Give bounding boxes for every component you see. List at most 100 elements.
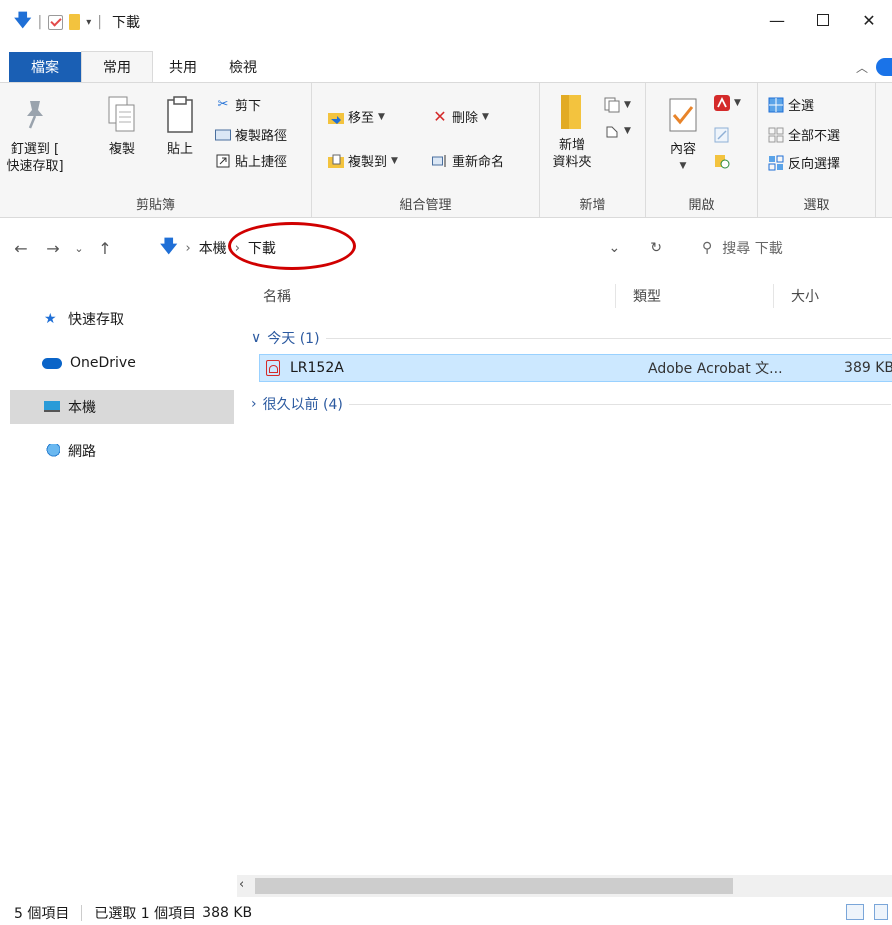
acrobat-icon [714,95,730,111]
breadcrumb-chevron-icon: › [185,240,191,256]
large-icons-view-icon[interactable] [874,904,888,920]
divider [81,904,83,921]
quick-access-down-arrow-icon[interactable]: 🡇 [14,8,31,37]
pin-quick-access-button[interactable]: 釘選到 [ 快速存取] [0,95,70,175]
tab-share[interactable]: 共用 [153,52,213,82]
delete-button[interactable]: ✕ 刪除 ▼ [432,107,489,126]
paste-shortcut-label: 貼上捷徑 [235,155,288,170]
tab-file[interactable]: 檔案 [9,52,81,82]
chevron-right-icon: › [251,396,257,412]
navigation-pane: ★ 快速存取 OneDrive 本機 網路 [0,270,236,875]
column-header-type[interactable]: 類型 [633,286,661,306]
copy-path-button[interactable]: 複製路徑 [215,125,287,144]
table-row[interactable]: LR152A Adobe Acrobat 文... 389 KB [259,354,892,382]
copy-button[interactable]: 複製 [100,95,144,158]
divider: | [97,14,102,30]
address-bar[interactable]: 🡇 › 本機 › 下載 ⌄ ↻ [160,233,670,263]
tab-view[interactable]: 檢視 [213,52,273,82]
copy-to-button[interactable]: 複製到 ▼ [328,151,398,170]
paste-shortcut-icon [215,153,231,169]
breadcrumb-downloads[interactable]: 下載 [248,238,276,258]
organize-group: 移至 ▼ 複製到 ▼ ✕ 刪除 ▼ 重新命名 組合管理 [312,83,540,217]
select-none-label: 全部不選 [788,129,841,144]
maximize-button[interactable] [800,0,846,40]
history-button[interactable] [714,153,730,169]
column-header-name[interactable]: 名稱 [263,286,291,306]
paste-shortcut-button[interactable]: 貼上捷徑 [215,151,287,170]
nav-item-quick-access[interactable]: ★ 快速存取 [10,302,234,336]
easy-access-icon [604,123,620,139]
file-list: 名稱 類型 大小 ∨ 今天 (1) LR152A Adobe Acrobat 文… [237,270,892,875]
quick-access-properties-icon[interactable] [48,14,64,30]
nav-item-network[interactable]: 網路 [10,434,234,468]
column-divider[interactable] [773,284,774,308]
column-header-size[interactable]: 大小 [791,286,819,306]
delete-x-icon: ✕ [433,107,447,126]
file-size: 389 KB [844,360,892,376]
edit-button[interactable] [714,127,730,143]
select-group: 全選 全部不選 反向選擇 選取 [758,83,876,217]
group-header-today[interactable]: ∨ 今天 (1) [251,328,891,348]
forward-arrow-icon[interactable]: → [40,239,66,258]
scroll-left-icon[interactable]: ‹ [239,877,244,892]
open-group: 內容 ▼ ▼ 開啟 [646,83,758,217]
group-label: 今天 (1) [267,331,320,347]
item-count: 5 個項目 [14,905,70,922]
rename-button[interactable]: 重新命名 [432,151,504,170]
details-view-icon[interactable] [846,904,864,920]
invert-selection-button[interactable]: 反向選擇 [768,153,840,172]
search-placeholder: 搜尋 下載 [722,241,783,257]
close-button[interactable]: ✕ [846,0,892,40]
paste-label: 貼上 [166,142,193,157]
open-with-button[interactable]: ▼ [714,95,741,111]
scrollbar-thumb[interactable] [255,878,733,894]
quick-access-folder-icon[interactable] [69,14,81,30]
refresh-icon[interactable]: ↻ [650,240,662,256]
collapse-ribbon-icon[interactable]: ︿ [856,59,868,76]
nav-item-this-pc[interactable]: 本機 [10,390,234,424]
star-icon: ★ [44,311,57,327]
copy-to-icon [328,153,344,169]
move-to-button[interactable]: 移至 ▼ [328,107,385,126]
select-none-button[interactable]: 全部不選 [768,125,840,144]
easy-access-button[interactable]: ▼ [604,123,631,139]
select-all-button[interactable]: 全選 [768,95,814,114]
column-divider[interactable] [615,284,616,308]
paste-button[interactable]: 貼上 [158,95,202,158]
window-title: 下載 [111,15,140,31]
divider [348,403,891,405]
tab-home[interactable]: 常用 [81,51,153,82]
cut-button[interactable]: ✂ 剪下 [215,95,261,114]
cloud-icon [42,358,62,369]
clipboard-group: 釘選到 [ 快速存取] 複製 貼上 ✂ 剪下 複製路徑 貼上捷徑 剪貼簿 [0,83,312,217]
nav-item-onedrive[interactable]: OneDrive [10,346,234,380]
new-item-button[interactable]: ▼ [604,97,631,113]
group-header-long-ago[interactable]: › 很久以前 (4) [251,394,891,414]
copy-to-label: 複製到 [348,155,388,170]
history-icon [714,153,730,169]
properties-button[interactable]: 內容 ▼ [660,95,706,175]
up-arrow-icon[interactable]: ↑ [92,239,118,258]
breadcrumb-this-pc[interactable]: 本機 [199,238,227,258]
copy-icon [106,95,138,135]
search-box[interactable]: ⚲ 搜尋 下載 [682,233,892,263]
maximize-icon [817,14,829,26]
recent-locations-chevron-icon[interactable]: ⌄ [66,242,92,255]
pin-label-2: 快速存取] [6,159,64,174]
nav-item-label: 快速存取 [68,312,124,328]
edit-icon [714,127,730,143]
properties-label: 內容 [669,142,696,157]
divider [325,337,891,339]
help-icon[interactable] [876,58,892,76]
move-to-icon [328,109,344,125]
navigation-bar: ← → ⌄ ↑ 🡇 › 本機 › 下載 ⌄ ↻ ⚲ 搜尋 下載 [0,226,892,270]
quick-access-dropdown-icon[interactable]: ▾ [86,17,91,28]
copy-path-label: 複製路徑 [235,129,288,144]
title-bar: 🡇 | ▾ | 下載 — ✕ [0,0,892,44]
horizontal-scrollbar[interactable]: ‹ [237,875,892,897]
back-arrow-icon[interactable]: ← [8,239,34,258]
cut-label: 剪下 [235,99,262,114]
address-dropdown-icon[interactable]: ⌄ [609,240,621,256]
new-folder-button[interactable]: 新增 資料夾 [548,91,596,171]
minimize-button[interactable]: — [754,0,800,40]
